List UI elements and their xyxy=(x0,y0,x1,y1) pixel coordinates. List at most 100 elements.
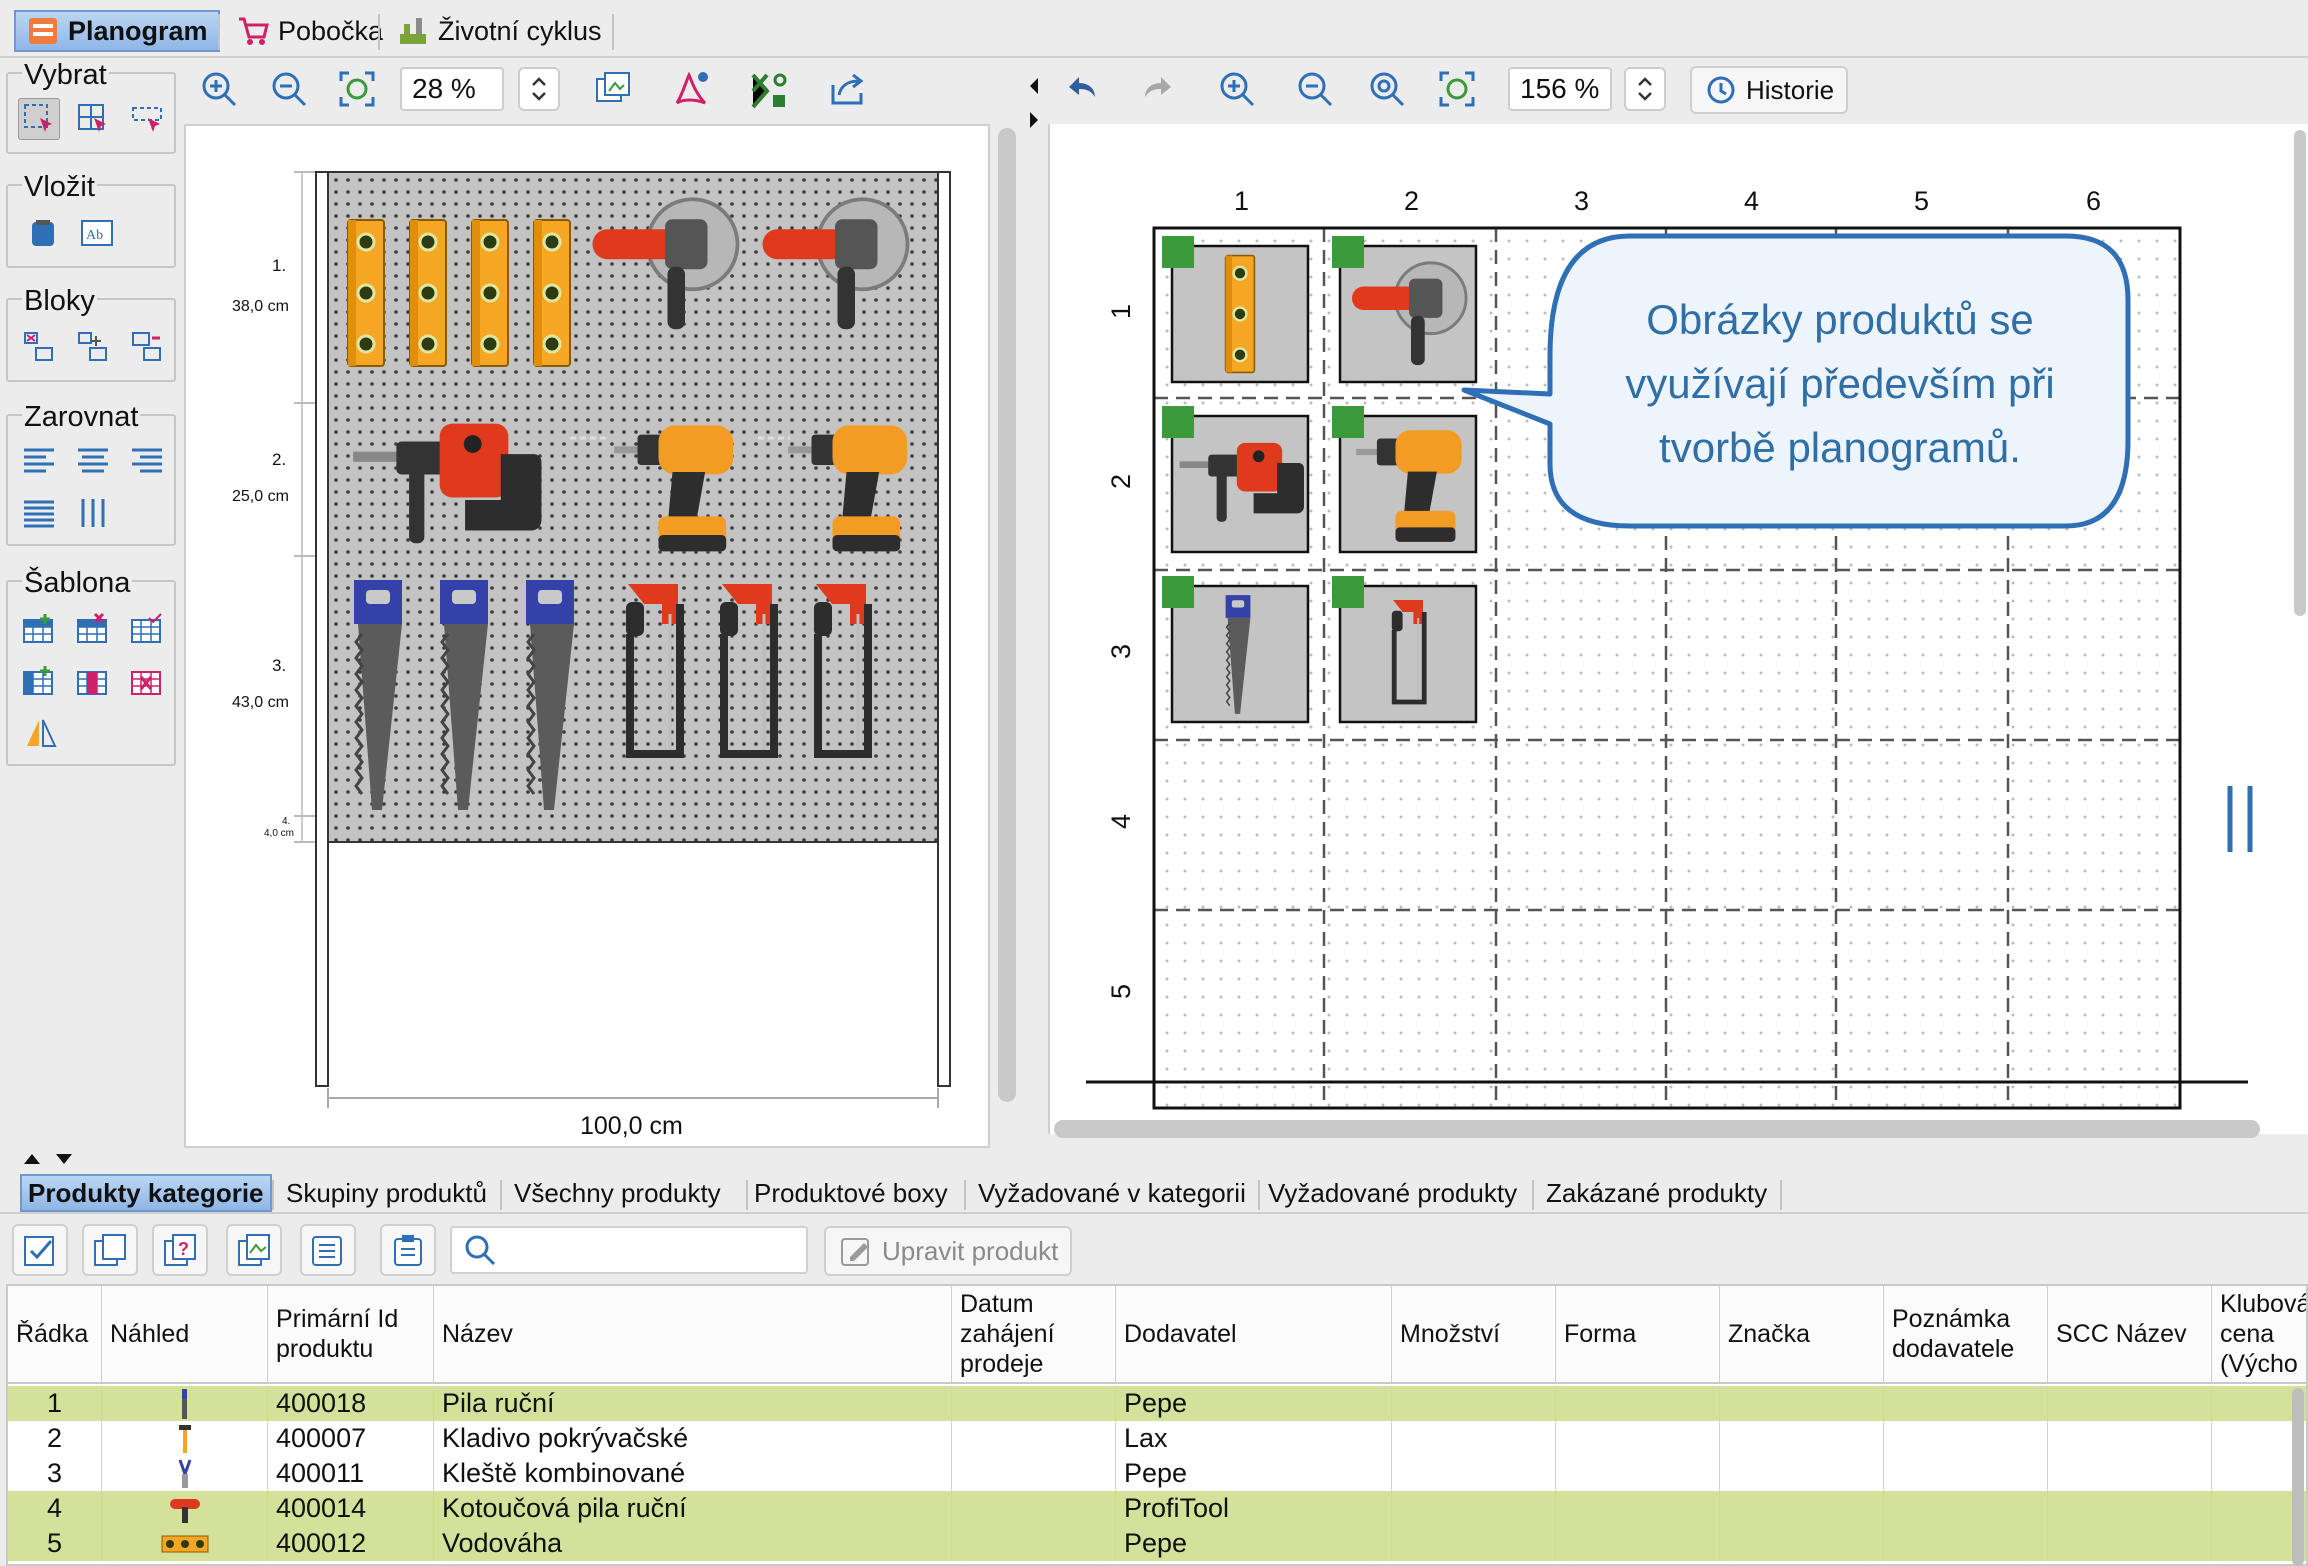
left-zoom-field[interactable]: 28 % xyxy=(400,67,504,111)
group-vybrat: Vybrat xyxy=(6,60,176,154)
grid-canvas[interactable]: 1 2 3 4 5 6 1 2 3 4 5 Obrázky produktů s… xyxy=(1048,124,2308,1134)
tab-planogram[interactable]: Planogram xyxy=(14,10,220,52)
column-header[interactable]: Náhled xyxy=(102,1286,268,1384)
table-vertical-scrollbar[interactable] xyxy=(2292,1388,2304,1566)
supplier-note-cell xyxy=(1884,1421,2048,1456)
align-left-tool[interactable] xyxy=(18,440,60,482)
help-button[interactable]: ? xyxy=(152,1224,208,1276)
tab-produkty-kategorie[interactable]: Produkty kategorie xyxy=(20,1174,272,1212)
right-zoom-in-button[interactable] xyxy=(1212,64,1262,114)
group-title: Vložit xyxy=(22,171,97,203)
right-zoom-stepper[interactable] xyxy=(1624,67,1666,111)
tab-pobocka[interactable]: Pobočka xyxy=(226,10,393,52)
tab-vyzadovane-v-kategorii[interactable]: Vyžadované v kategorii xyxy=(972,1174,1252,1212)
right-horizontal-scrollbar[interactable] xyxy=(1054,1120,2260,1138)
excel-export-button[interactable] xyxy=(744,64,794,114)
block-remove-tool[interactable] xyxy=(18,326,60,368)
column-header[interactable]: Řádka xyxy=(8,1286,102,1384)
collapse-arrows-icon[interactable] xyxy=(20,1148,80,1168)
zoom-out-button[interactable] xyxy=(264,64,314,114)
undo-button[interactable] xyxy=(1056,64,1106,114)
block-edit-icon xyxy=(132,332,161,361)
pdf-export-button[interactable] xyxy=(666,64,716,114)
zoom-in-button[interactable] xyxy=(194,64,244,114)
edit-product-label: Upravit produkt xyxy=(882,1235,1059,1266)
divider xyxy=(0,1212,2308,1214)
insert-text-tool[interactable]: Ab xyxy=(76,212,118,254)
align-center-tool[interactable] xyxy=(72,440,114,482)
column-header[interactable]: Název xyxy=(434,1286,952,1384)
column-header[interactable]: Forma xyxy=(1556,1286,1720,1384)
tab-vsechny-produkty[interactable]: Všechny produkty xyxy=(508,1174,727,1212)
select-all-button[interactable] xyxy=(12,1224,68,1276)
zoom-actual-button[interactable] xyxy=(1362,64,1412,114)
image-button[interactable] xyxy=(226,1224,282,1276)
redo-button[interactable] xyxy=(1134,64,1184,114)
column-header[interactable]: SCC Název xyxy=(2048,1286,2212,1384)
align-center-icon xyxy=(78,448,108,473)
product-name-cell: Kotoučová pila ruční xyxy=(434,1491,952,1526)
tab-zakazane-produkty[interactable]: Zakázané produkty xyxy=(1540,1174,1773,1212)
right-fit-view-button[interactable] xyxy=(1432,64,1482,114)
template-add-tool[interactable] xyxy=(18,608,60,650)
block-edit-tool[interactable] xyxy=(126,326,168,368)
mirror-icon xyxy=(27,719,57,747)
splitter-arrows-icon[interactable] xyxy=(1026,76,1042,136)
history-button[interactable]: Historie xyxy=(1690,66,1849,114)
search-input[interactable] xyxy=(506,1236,796,1264)
table-remove-icon xyxy=(77,612,107,643)
column-header[interactable]: Primární Id produktu xyxy=(268,1286,434,1384)
table-add-icon xyxy=(23,614,53,643)
left-zoom-stepper[interactable] xyxy=(518,67,560,111)
column-header[interactable]: Poznámka dodavatele xyxy=(1884,1286,2048,1384)
column-header[interactable]: Klubová cena (Výcho xyxy=(2212,1286,2306,1384)
tab-skupiny-produktu[interactable]: Skupiny produktů xyxy=(280,1174,493,1212)
grid-column-label: 3 xyxy=(1574,186,1590,216)
tab-zivotni-cyklus[interactable]: Životní cyklus xyxy=(386,10,612,52)
table-row[interactable]: 5 400012 Vodováha Pepe xyxy=(8,1526,2306,1561)
mirror-tool[interactable] xyxy=(20,712,62,754)
select-rectangle-tool[interactable] xyxy=(18,98,60,140)
clipboard-button[interactable] xyxy=(380,1224,436,1276)
template-clear-tool[interactable] xyxy=(126,660,168,702)
left-vertical-scrollbar[interactable] xyxy=(998,128,1016,1102)
edit-product-button[interactable]: Upravit produkt xyxy=(824,1226,1073,1276)
template-add-column-tool[interactable] xyxy=(18,660,60,702)
table-row[interactable]: 4 400014 Kotoučová pila ruční ProfiTool xyxy=(8,1491,2306,1526)
template-remove-column-tool[interactable] xyxy=(72,660,114,702)
align-right-tool[interactable] xyxy=(126,440,168,482)
tab-produktove-boxy[interactable]: Produktové boxy xyxy=(748,1174,954,1212)
fit-view-button[interactable] xyxy=(332,64,382,114)
right-vertical-scrollbar[interactable] xyxy=(2294,130,2306,616)
image-export-button[interactable] xyxy=(588,64,638,114)
grid-row-label: 2 xyxy=(1106,473,1137,490)
column-header[interactable]: Datum zahájení prodeje xyxy=(952,1286,1116,1384)
search-box[interactable] xyxy=(450,1226,808,1274)
right-zoom-field[interactable]: 156 % xyxy=(1508,67,1612,111)
select-row-tool[interactable] xyxy=(126,98,168,140)
share-button[interactable] xyxy=(822,64,872,114)
tab-vyzadovane-produkty[interactable]: Vyžadované produkty xyxy=(1262,1174,1523,1212)
column-header[interactable]: Dodavatel xyxy=(1116,1286,1392,1384)
planogram-canvas[interactable]: 1. 38,0 cm 2. 25,0 cm 3. 43,0 cm 4. 4,0 … xyxy=(184,124,990,1148)
table-row[interactable]: 1 400018 Pila ruční Pepe xyxy=(8,1386,2306,1421)
table-row[interactable]: 2 400007 Kladivo pokrývačské Lax xyxy=(8,1421,2306,1456)
column-header[interactable]: Množství xyxy=(1392,1286,1556,1384)
align-justify-tool[interactable] xyxy=(18,492,60,534)
list-icon xyxy=(312,1236,342,1266)
right-zoom-out-button[interactable] xyxy=(1290,64,1340,114)
block-add-tool[interactable] xyxy=(72,326,114,368)
quantity-cell xyxy=(1392,1456,1556,1491)
select-grid-tool[interactable] xyxy=(72,98,114,140)
table-row[interactable]: 3 400011 Kleště kombinované Pepe xyxy=(8,1456,2306,1491)
align-columns-tool[interactable] xyxy=(72,492,114,534)
copy-button[interactable] xyxy=(82,1224,138,1276)
column-header[interactable]: Značka xyxy=(1720,1286,1884,1384)
template-remove-tool[interactable] xyxy=(72,608,114,650)
template-check-tool[interactable] xyxy=(126,608,168,650)
insert-product-tool[interactable] xyxy=(22,212,64,254)
callout-text: Obrázky produktů se využívají především … xyxy=(1625,296,2055,471)
list-button[interactable] xyxy=(300,1224,356,1276)
group-sablona: Šablona xyxy=(6,568,176,766)
quantity-cell xyxy=(1392,1386,1556,1421)
